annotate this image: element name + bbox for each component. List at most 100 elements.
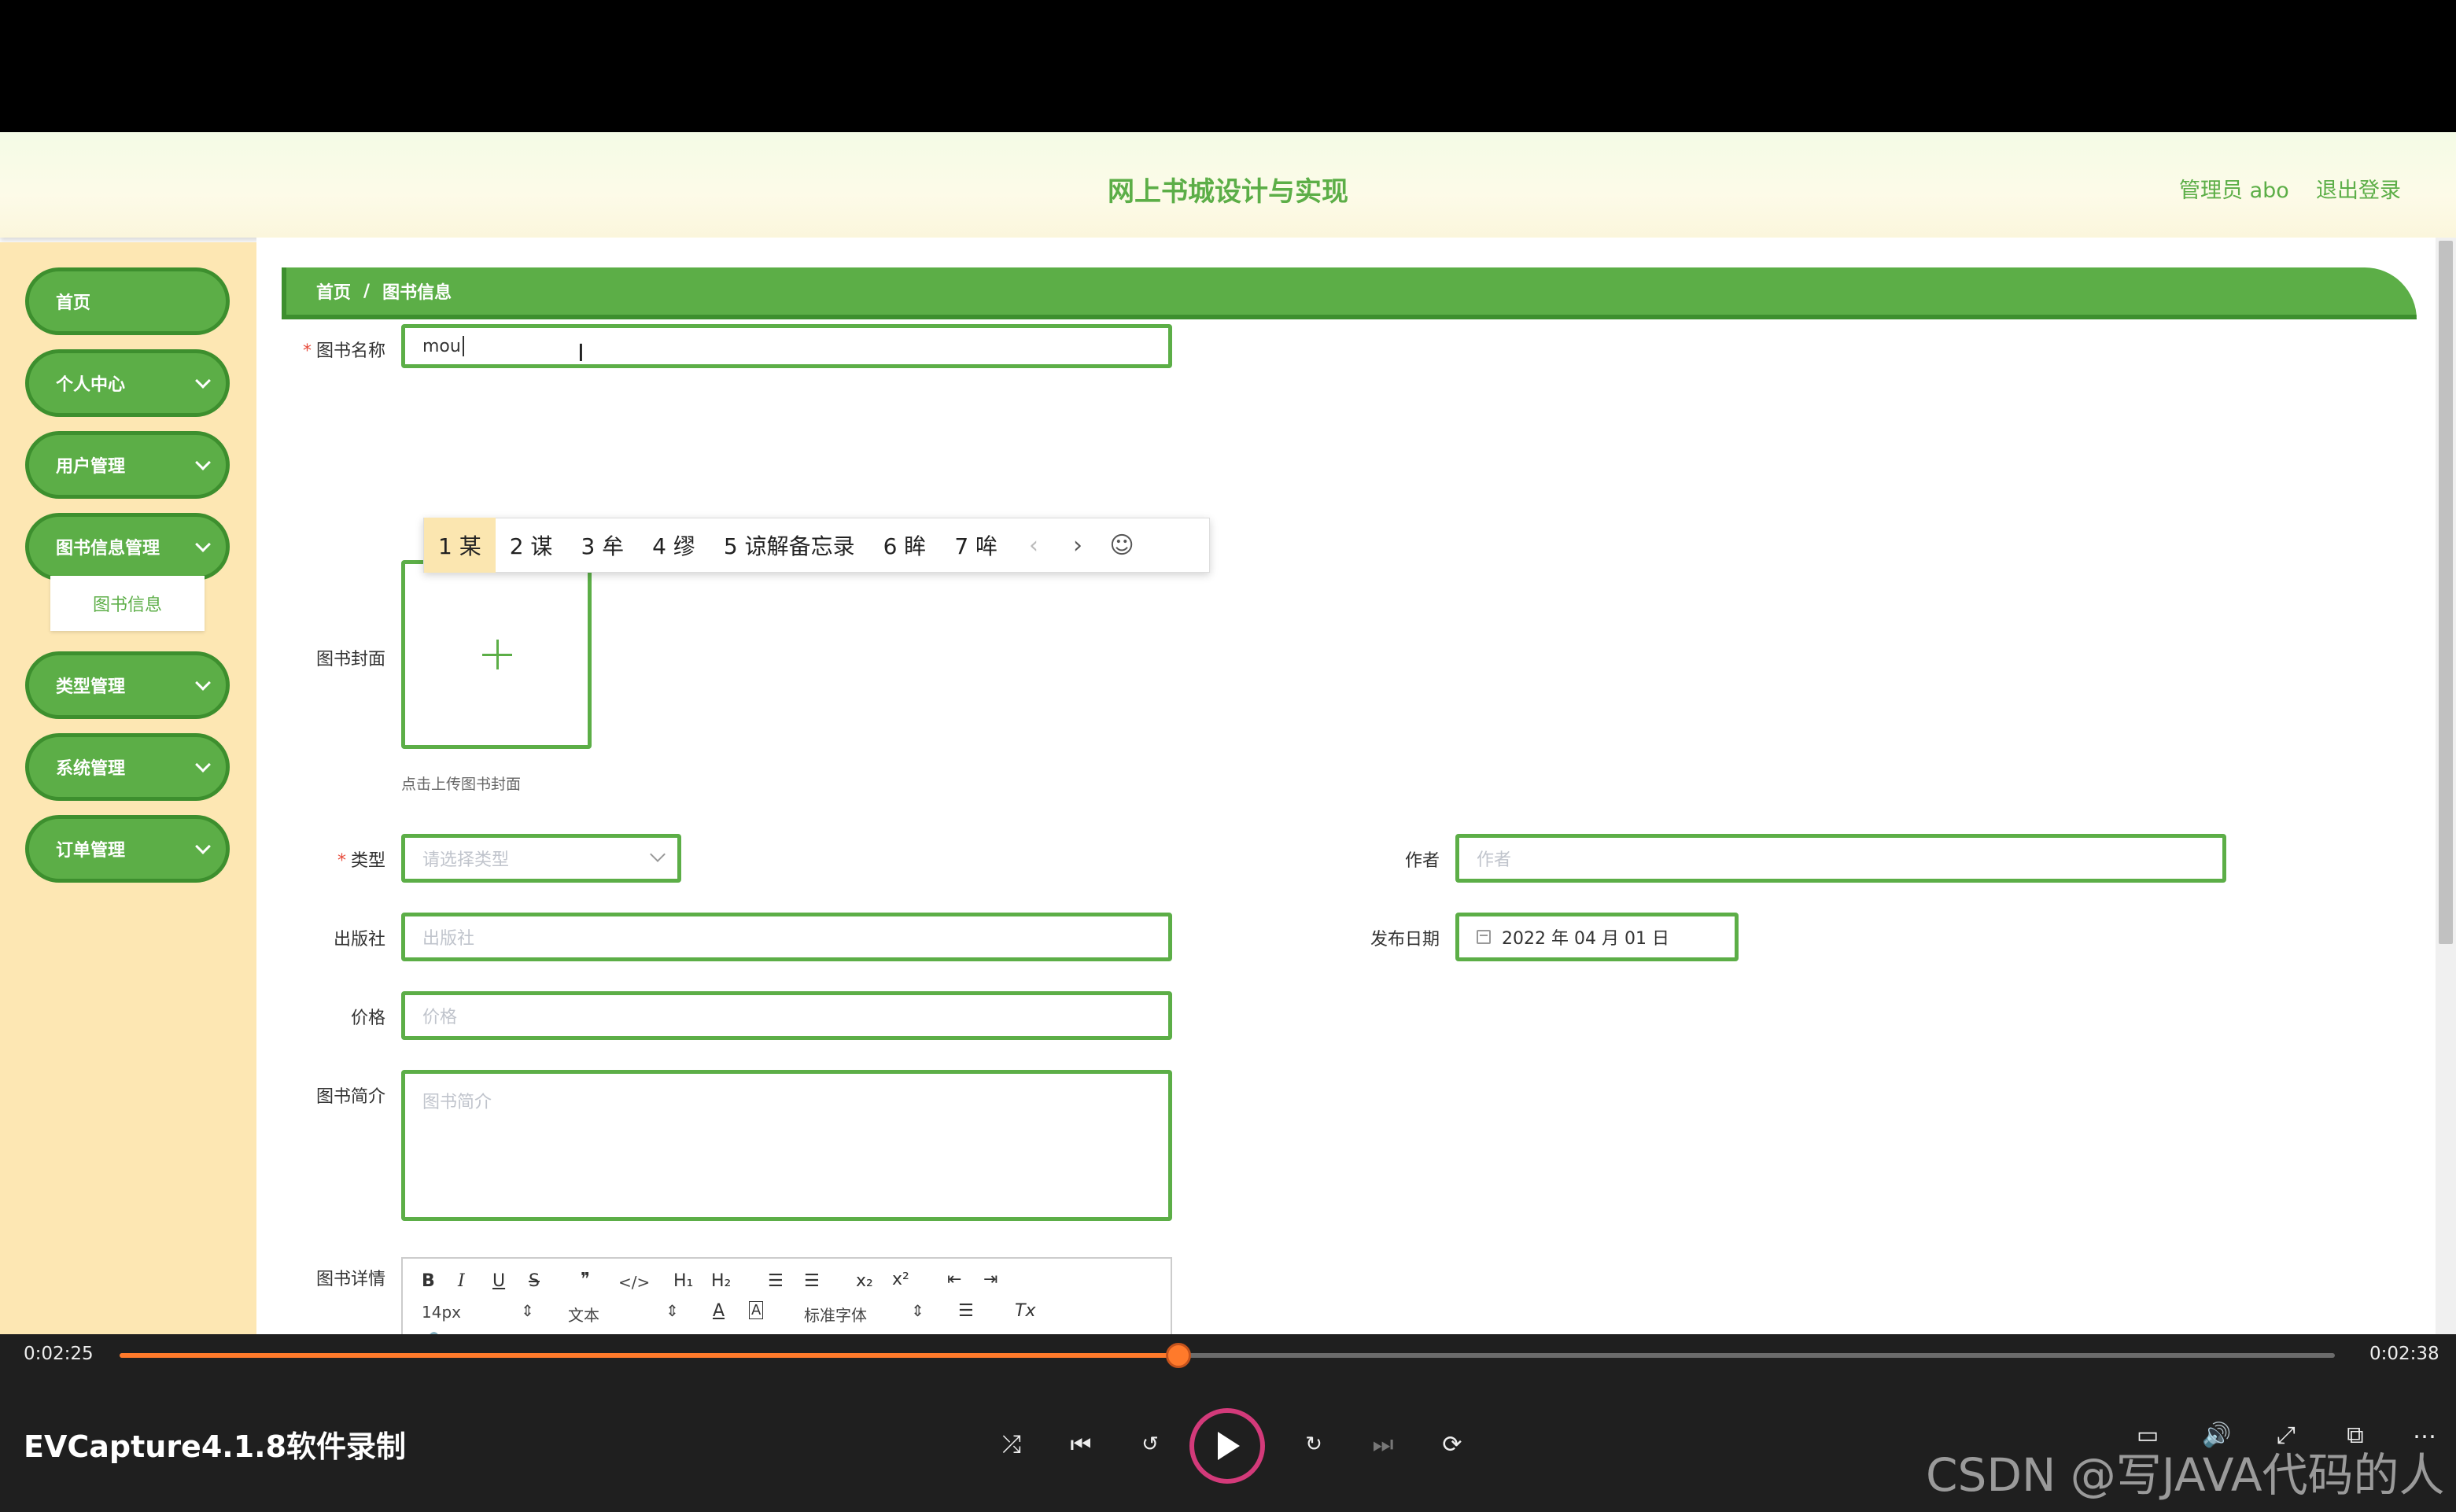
chevron-down-icon (195, 455, 211, 470)
author-placeholder: 作者 (1477, 850, 1512, 870)
progress-track[interactable] (120, 1343, 2335, 1368)
forward-icon[interactable]: ↻ (1296, 1427, 1331, 1462)
sidebar-item-label: 图书信息管理 (56, 539, 160, 559)
shuffle-icon[interactable]: ⤮ (994, 1427, 1029, 1462)
chevron-down-icon (195, 675, 211, 691)
sidebar-item-users[interactable]: 用户管理 (25, 431, 230, 499)
main-content: 首页 / 图书信息 *图书名称 mou 图书封面 点击上传图书封面 *类型 (256, 238, 2436, 1334)
ime-candidate[interactable]: 4 缪 (638, 518, 710, 573)
rich-text-editor: B I U S ❞ </> H₁ H₂ ☰ ☰ x₂ x² ⇤ ⇥ 14px ⇕ (401, 1257, 1172, 1334)
required-mark: * (302, 341, 312, 361)
intro-textarea[interactable]: 图书简介 (401, 1070, 1172, 1221)
clean-format-button[interactable]: Tx (1015, 1301, 1035, 1321)
play-button[interactable] (1189, 1408, 1265, 1484)
chevron-down-icon (195, 373, 211, 389)
text-color-button[interactable]: A (713, 1301, 725, 1321)
type-select-placeholder: 请选择类型 (422, 850, 510, 870)
author-input[interactable]: 作者 (1455, 834, 2226, 883)
publisher-input[interactable]: 出版社 (401, 913, 1172, 961)
italic-button[interactable]: I (458, 1271, 465, 1291)
progress-knob[interactable] (1166, 1343, 1192, 1368)
ordered-list-button[interactable]: ☰ (768, 1271, 784, 1291)
app-window: 网上书城设计与实现 管理员 abo 退出登录 首页 个人中心 用户管理 图书信息… (0, 132, 2456, 1334)
sidebar-item-system[interactable]: 系统管理 (25, 733, 230, 801)
release-date-picker[interactable]: 2022 年 04 月 01 日 (1455, 913, 1739, 961)
chevron-down-icon (195, 537, 211, 552)
sidebar-item-label: 订单管理 (56, 841, 126, 861)
font-family-select[interactable]: 标准字体 (804, 1303, 867, 1326)
required-mark: * (337, 851, 346, 871)
plus-icon-vertical (496, 640, 499, 669)
ime-emoji-icon[interactable]: ☺ (1100, 518, 1144, 573)
current-time: 0:02:25 (24, 1344, 94, 1364)
sidebar-item-label: 用户管理 (56, 457, 126, 477)
detail-label: 图书详情 (315, 1270, 385, 1289)
recording-title: EVCapture4.1.8软件录制 (24, 1429, 407, 1464)
book-name-value: mou (422, 336, 461, 356)
type-label-text: 类型 (350, 851, 385, 871)
ime-candidate[interactable]: 6 眸 (869, 518, 941, 573)
calendar-icon (1477, 930, 1491, 944)
ime-candidate[interactable]: 2 谋 (496, 518, 567, 573)
next-icon[interactable]: ⏭ (1366, 1427, 1400, 1462)
current-user-label: 管理员 abo (2179, 179, 2289, 203)
cover-upload-button[interactable] (401, 560, 592, 749)
superscript-button[interactable]: x² (892, 1270, 909, 1289)
chevron-down-icon (195, 757, 211, 773)
book-name-label: * 图书名称 (275, 337, 385, 362)
total-time: 0:02:38 (2369, 1344, 2439, 1364)
sidebar-item-book-management[interactable]: 图书信息管理 (25, 513, 230, 581)
bold-button[interactable]: B (422, 1271, 435, 1291)
price-input[interactable]: 价格 (401, 991, 1172, 1040)
mouse-ibeam-cursor-icon: I (577, 340, 584, 367)
breadcrumb-home[interactable]: 首页 (316, 278, 351, 304)
sidebar-item-types[interactable]: 类型管理 (25, 651, 230, 719)
code-block-button[interactable]: </> (618, 1273, 650, 1292)
repeat-icon[interactable]: ⟳ (1435, 1427, 1470, 1462)
underline-button[interactable]: U (492, 1271, 505, 1291)
font-size-select[interactable]: 14px (422, 1303, 461, 1322)
sidebar-item-label: 首页 (56, 293, 91, 313)
align-button[interactable]: ☰ (958, 1301, 974, 1321)
indent-button[interactable]: ⇥ (983, 1270, 998, 1289)
breadcrumb-separator: / (363, 281, 371, 301)
logout-link[interactable]: 退出登录 (2316, 173, 2401, 204)
ime-candidate[interactable]: 5 谅解备忘录 (710, 518, 869, 573)
outdent-button[interactable]: ⇤ (947, 1270, 961, 1289)
page-scrollbar[interactable] (2436, 238, 2456, 1334)
sidebar-item-home[interactable]: 首页 (25, 267, 230, 335)
bullet-list-button[interactable]: ☰ (804, 1271, 820, 1291)
heading1-button[interactable]: H₁ (673, 1271, 693, 1291)
previous-icon[interactable]: ⏮ (1064, 1427, 1098, 1462)
format-select-arrow: ⇕ (666, 1301, 679, 1320)
format-select[interactable]: 文本 (568, 1303, 599, 1326)
scrollbar-thumb[interactable] (2439, 241, 2453, 944)
ime-candidate[interactable]: 7 哞 (940, 518, 1012, 573)
ime-candidate[interactable]: 3 牟 (566, 518, 638, 573)
price-label: 价格 (350, 1009, 385, 1028)
progress-fill (120, 1353, 1179, 1358)
ime-next-page-icon[interactable]: › (1056, 518, 1100, 573)
book-name-input[interactable]: mou (401, 324, 1172, 368)
ime-prev-page-icon[interactable]: ‹ (1012, 518, 1056, 573)
top-bar: 网上书城设计与实现 管理员 abo 退出登录 (0, 132, 2456, 238)
breadcrumb: 首页 / 图书信息 (282, 267, 2417, 319)
font-family-select-arrow: ⇕ (911, 1301, 924, 1320)
sidebar-item-orders[interactable]: 订单管理 (25, 815, 230, 883)
app-title: 网上书城设计与实现 (1108, 176, 1348, 208)
sidebar-item-profile[interactable]: 个人中心 (25, 349, 230, 417)
subscript-button[interactable]: x₂ (856, 1271, 873, 1291)
type-select[interactable]: 请选择类型 (401, 834, 681, 883)
ime-candidate[interactable]: 1 某 (424, 518, 496, 573)
background-color-button[interactable]: A (749, 1301, 764, 1319)
book-name-label-text: 图书名称 (315, 341, 385, 361)
strike-button[interactable]: S (529, 1271, 540, 1291)
heading2-button[interactable]: H₂ (711, 1271, 731, 1291)
rewind-icon[interactable]: ↺ (1133, 1427, 1167, 1462)
sidebar-subitem-book-info[interactable]: 图书信息 (50, 576, 205, 631)
intro-label: 图书简介 (315, 1087, 385, 1107)
release-date-label: 发布日期 (1370, 930, 1440, 950)
font-size-select-arrow: ⇕ (521, 1301, 534, 1320)
book-cover-label: 图书封面 (315, 650, 385, 669)
quote-button[interactable]: ❞ (581, 1270, 590, 1289)
